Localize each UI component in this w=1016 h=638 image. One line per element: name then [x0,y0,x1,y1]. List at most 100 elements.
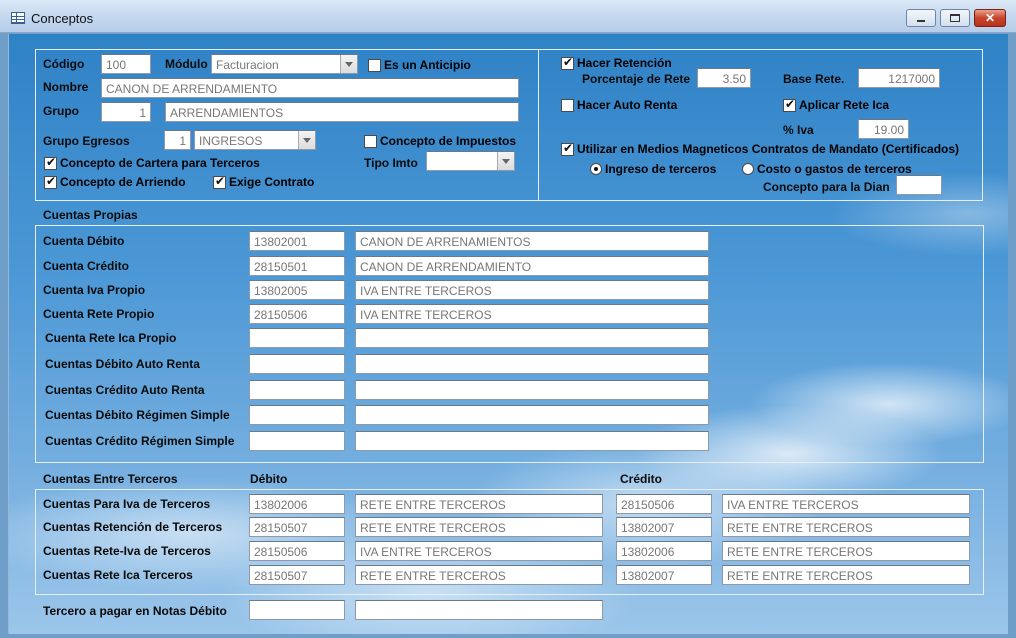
propias-row-label: Cuenta Rete Propio [43,307,155,321]
grupo-code-input[interactable]: 1 [101,102,151,122]
dian-label: Concepto para la Dian [763,180,890,194]
propias-row-label: Cuentas Crédito Auto Renta [45,383,205,397]
medios-box [561,141,574,156]
propias-name-input[interactable] [355,328,709,348]
propias-name-input[interactable] [355,354,709,374]
terceros-credito-code-input[interactable]: 13802007 [616,517,712,537]
terceros-credito-name-input[interactable]: RETE ENTRE TERCEROS [722,517,970,537]
terceros-debito-code-input[interactable]: 28150507 [249,565,345,585]
nombre-input[interactable]: CANON DE ARRENDAMIENTO [101,78,519,98]
terceros-credito-code-input[interactable]: 28150506 [616,494,712,514]
codigo-label: Código [43,57,85,71]
porcentaje-label: Porcentaje de Rete [582,72,691,86]
terceros-credito-name-input[interactable]: RETE ENTRE TERCEROS [722,565,970,585]
rete-ica-label: Aplicar Rete Ica [799,98,890,112]
propias-code-input[interactable] [249,405,345,425]
rete-ica-checkbox[interactable]: Aplicar Rete Ica [783,97,890,112]
close-button[interactable]: ✕ [974,9,1006,27]
impuestos-checkbox[interactable]: Concepto de Impuestos [364,134,516,148]
impuestos-label: Concepto de Impuestos [380,134,517,148]
auto-renta-box [561,98,574,112]
cartera-checkbox[interactable]: Concepto de Cartera para Terceros [44,155,260,170]
terceros-debito-name-input[interactable]: IVA ENTRE TERCEROS [355,541,603,561]
notas-name-input[interactable] [355,600,603,620]
propias-name-input[interactable]: IVA ENTRE TERCEROS [355,304,709,324]
terceros-debito-code-input[interactable]: 13802006 [249,494,345,514]
tipo-imto-select[interactable] [426,151,515,171]
propias-name-input[interactable] [355,431,709,451]
propias-name-input[interactable] [355,405,709,425]
propias-name-input[interactable]: CANON DE ARRENAMIENTOS [355,231,709,251]
terceros-debito-code-input[interactable]: 28150507 [249,517,345,537]
propias-row-label: Cuenta Iva Propio [43,283,146,297]
hacer-retencion-checkbox[interactable]: Hacer Retención [561,55,672,70]
arriendo-box [44,174,57,189]
propias-code-input[interactable]: 28150501 [249,256,345,276]
form-client-area: Código 100 Módulo Facturacion Es un Anti… [8,34,1008,634]
porcentaje-input[interactable]: 3.50 [697,68,751,88]
propias-code-input[interactable] [249,354,345,374]
grupo-egresos-value: INGRESOS [199,134,263,148]
notas-label: Tercero a pagar en Notas Débito [43,604,227,618]
base-label: Base Rete. [783,72,845,86]
propias-code-input[interactable] [249,380,345,400]
notas-code-input[interactable] [249,600,345,620]
ingreso-radio[interactable]: Ingreso de terceros [590,162,716,176]
exige-contrato-label: Exige Contrato [229,175,315,189]
terceros-debito-code-input[interactable]: 28150506 [249,541,345,561]
dian-input[interactable] [896,175,942,195]
medios-label: Utilizar en Medios Magneticos Contratos … [577,142,960,156]
auto-renta-checkbox[interactable]: Hacer Auto Renta [561,98,677,112]
propias-code-input[interactable] [249,328,345,348]
tipo-imto-label: Tipo Imto [364,156,418,170]
medios-checkbox[interactable]: Utilizar en Medios Magneticos Contratos … [561,141,960,156]
chevron-down-icon [298,131,315,149]
terceros-debito-name-input[interactable]: RETE ENTRE TERCEROS [355,517,603,537]
propias-name-input[interactable]: CANON DE ARRENDAMIENTO [355,256,709,276]
rete-ica-box [783,97,796,112]
costo-radio[interactable]: Costo o gastos de terceros [742,162,912,176]
codigo-input[interactable]: 100 [101,54,151,74]
arriendo-checkbox[interactable]: Concepto de Arriendo [44,174,186,189]
modulo-value: Facturacion [216,58,279,72]
propias-row-label: Cuentas Crédito Régimen Simple [45,434,235,448]
terceros-credito-name-input[interactable]: IVA ENTRE TERCEROS [722,494,970,514]
maximize-button[interactable] [940,9,970,27]
iva-input[interactable]: 19.00 [858,119,909,139]
ingreso-label: Ingreso de terceros [605,162,717,176]
grupo-egresos-code-input[interactable]: 1 [164,130,191,150]
credito-header: Crédito [620,472,662,486]
iva-label: % Iva [783,123,814,137]
anticipio-checkbox[interactable]: Es un Anticipio [368,58,471,72]
propias-code-input[interactable] [249,431,345,451]
modulo-select[interactable]: Facturacion [211,54,358,74]
propias-code-input[interactable]: 13802005 [249,280,345,300]
terceros-credito-code-input[interactable]: 13802006 [616,541,712,561]
propias-row-label: Cuenta Débito [43,234,125,248]
terceros-title: Cuentas Entre Terceros [43,472,178,486]
cartera-box [44,155,57,170]
costo-dot [742,163,754,175]
grupo-egresos-label: Grupo Egresos [43,134,130,148]
propias-code-input[interactable]: 28150506 [249,304,345,324]
terceros-debito-name-input[interactable]: RETE ENTRE TERCEROS [355,494,603,514]
grupo-egresos-select[interactable]: INGRESOS [194,130,316,150]
terceros-credito-code-input[interactable]: 13802007 [616,565,712,585]
base-input[interactable]: 1217000 [858,68,940,88]
propias-name-input[interactable]: IVA ENTRE TERCEROS [355,280,709,300]
propias-row-label: Cuentas Débito Auto Renta [45,357,200,371]
debito-header: Débito [250,472,288,486]
hacer-retencion-label: Hacer Retención [577,56,672,70]
minimize-button[interactable] [906,9,936,27]
propias-row-label: Cuentas Débito Régimen Simple [45,408,230,422]
arriendo-label: Concepto de Arriendo [60,175,186,189]
terceros-credito-name-input[interactable]: RETE ENTRE TERCEROS [722,541,970,561]
terceros-row-label: Cuentas Rete-Iva de Terceros [43,544,211,558]
propias-name-input[interactable] [355,380,709,400]
terceros-debito-name-input[interactable]: RETE ENTRE TERCEROS [355,565,603,585]
grupo-name-input[interactable]: ARRENDAMIENTOS [165,102,519,122]
exige-contrato-checkbox[interactable]: Exige Contrato [213,174,315,189]
impuestos-box [364,134,377,148]
propias-code-input[interactable]: 13802001 [249,231,345,251]
maximize-icon [950,14,960,22]
